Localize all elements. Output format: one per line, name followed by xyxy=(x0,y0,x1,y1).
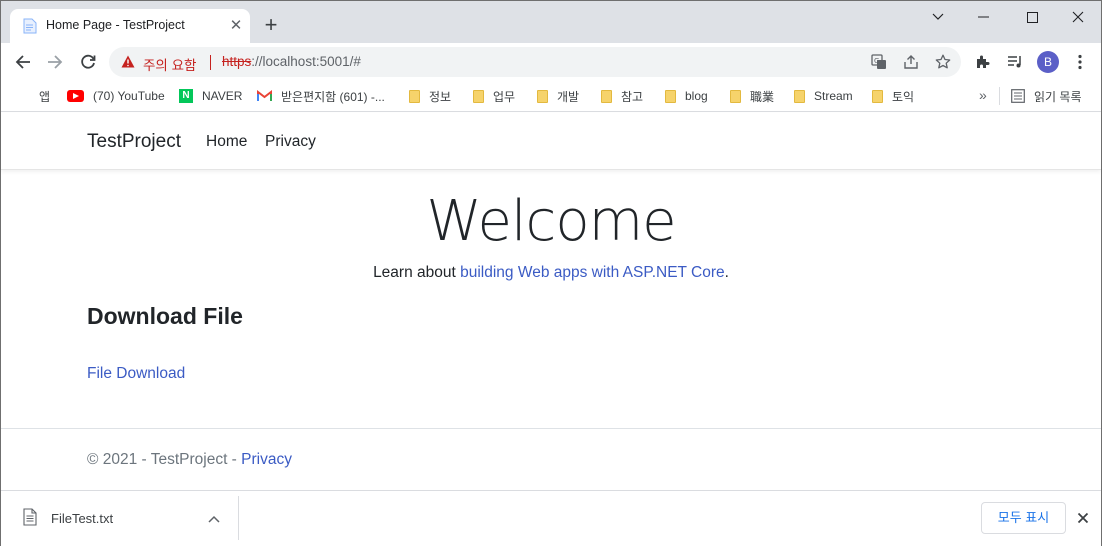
bookmark-gmail[interactable]: 받은편지함 (601) -... xyxy=(257,85,385,107)
bookmark-apps[interactable]: 앱 xyxy=(16,85,50,107)
url-scheme: https xyxy=(222,54,252,69)
folder-icon xyxy=(473,89,484,103)
window-close-button[interactable] xyxy=(1055,5,1101,29)
forward-button[interactable] xyxy=(42,49,68,75)
folder-icon xyxy=(872,89,883,103)
share-icon[interactable] xyxy=(902,53,920,71)
bookmark-label: 정보 xyxy=(429,89,452,104)
bookmarks-bar: 앱 (70) YouTube N NAVER 받은편지함 (601) -... … xyxy=(1,81,1101,112)
bookmark-label: NAVER xyxy=(202,89,243,103)
folder-icon xyxy=(665,89,676,103)
browser-tab-active[interactable]: Home Page - TestProject ✕ xyxy=(10,9,250,43)
bookmark-folder-toeic[interactable]: 토익 xyxy=(872,85,914,107)
page-title: Welcome xyxy=(426,189,676,254)
reload-icon xyxy=(81,54,96,69)
svg-text:G: G xyxy=(874,57,879,65)
bookmark-label: 받은편지함 (601) -... xyxy=(281,89,385,104)
bookmark-label: 참고 xyxy=(621,89,644,104)
apps-icon xyxy=(16,89,30,103)
new-tab-button[interactable]: + xyxy=(260,14,282,36)
folder-icon xyxy=(409,89,420,103)
site-brand-link[interactable]: TestProject xyxy=(87,131,181,153)
site-footer: © 2021 - TestProject - Privacy xyxy=(1,428,1101,490)
window-minimize-button[interactable] xyxy=(961,5,1007,29)
folder-icon xyxy=(537,89,548,103)
naver-icon: N xyxy=(179,89,193,103)
aspnet-docs-link[interactable]: building Web apps with ASP.NET Core xyxy=(460,264,725,281)
close-icon[interactable] xyxy=(1074,509,1092,527)
browser-titlebar: Home Page - TestProject ✕ + xyxy=(1,1,1101,43)
reading-list-icon xyxy=(1011,89,1025,103)
nav-link-home[interactable]: Home xyxy=(206,133,247,151)
folder-icon xyxy=(730,89,741,103)
url-text[interactable]: https://localhost:5001/# xyxy=(222,54,361,69)
tab-title: Home Page - TestProject xyxy=(46,18,185,32)
media-control-icon[interactable] xyxy=(1005,52,1025,72)
gmail-icon xyxy=(257,90,272,101)
address-separator xyxy=(210,55,211,70)
page-document-icon xyxy=(23,18,37,34)
download-shelf: FileTest.txt 모두 표시 xyxy=(1,490,1101,546)
url-host-path: ://localhost:5001/# xyxy=(251,54,361,69)
bookmark-folder-dev[interactable]: 개발 xyxy=(537,85,579,107)
extensions-puzzle-icon[interactable] xyxy=(973,52,993,72)
profile-avatar[interactable]: B xyxy=(1037,51,1059,73)
arrow-left-icon xyxy=(15,55,30,69)
folder-icon xyxy=(601,89,612,103)
site-navbar: TestProject Home Privacy xyxy=(1,113,1101,170)
download-heading: Download File xyxy=(87,303,243,329)
reload-button[interactable] xyxy=(75,49,101,75)
show-all-downloads-button[interactable]: 모두 표시 xyxy=(981,502,1066,534)
bookmark-folder-info[interactable]: 정보 xyxy=(409,85,451,107)
bookmark-folder-blog[interactable]: blog xyxy=(665,85,708,107)
bookmark-folder-ref[interactable]: 참고 xyxy=(601,85,643,107)
reading-list-label: 읽기 목록 xyxy=(1034,89,1082,104)
bookmark-label: blog xyxy=(685,89,708,103)
nav-link-privacy[interactable]: Privacy xyxy=(265,133,316,151)
folder-icon xyxy=(794,89,805,103)
back-button[interactable] xyxy=(10,49,36,75)
bookmark-label: 職業 xyxy=(750,89,775,104)
footer-text: © 2021 - TestProject - Privacy xyxy=(87,451,292,469)
text-file-icon xyxy=(23,508,37,526)
bookmark-label: (70) YouTube xyxy=(93,89,165,103)
bookmark-label: 토익 xyxy=(892,89,915,104)
browser-toolbar: 주의 요함 https://localhost:5001/# G B xyxy=(1,43,1101,81)
bookmark-label: 앱 xyxy=(39,89,51,104)
bookmark-label: 개발 xyxy=(557,89,580,104)
chevron-up-icon[interactable] xyxy=(206,511,222,527)
bookmark-folder-stream[interactable]: Stream xyxy=(794,85,853,107)
window-maximize-button[interactable] xyxy=(1009,5,1055,29)
tab-search-chevron-down-icon[interactable] xyxy=(915,5,961,29)
bookmark-folder-work[interactable]: 업무 xyxy=(473,85,515,107)
footer-copyright: © 2021 - TestProject - xyxy=(87,451,242,468)
file-download-link[interactable]: File Download xyxy=(87,365,185,383)
bookmark-naver[interactable]: N NAVER xyxy=(179,85,242,107)
bookmark-label: Stream xyxy=(814,89,853,103)
download-item-name[interactable]: FileTest.txt xyxy=(51,511,113,526)
bookmarks-overflow-button[interactable]: » xyxy=(979,87,987,103)
bookmark-star-icon[interactable] xyxy=(934,53,952,71)
learn-prefix: Learn about xyxy=(373,264,461,281)
bookmark-youtube[interactable]: (70) YouTube xyxy=(67,85,165,107)
learn-suffix: . xyxy=(724,264,729,281)
tab-close-icon[interactable]: ✕ xyxy=(227,17,245,35)
not-secure-label[interactable]: 주의 요함 xyxy=(143,54,196,74)
shelf-divider xyxy=(238,496,239,540)
arrow-right-icon xyxy=(48,55,63,69)
bookmarks-divider xyxy=(999,87,1000,105)
address-bar[interactable]: 주의 요함 https://localhost:5001/# G xyxy=(109,47,961,77)
bookmark-folder-job[interactable]: 職業 xyxy=(730,85,774,107)
learn-about-text: Learn about building Web apps with ASP.N… xyxy=(1,264,1101,282)
youtube-icon xyxy=(67,90,84,102)
more-vertical-icon[interactable] xyxy=(1070,52,1090,72)
warning-triangle-icon[interactable] xyxy=(121,55,135,68)
reading-list-button[interactable]: 읽기 목록 xyxy=(1011,85,1082,107)
footer-privacy-link[interactable]: Privacy xyxy=(241,451,292,468)
bookmark-label: 업무 xyxy=(493,89,516,104)
translate-icon[interactable]: G xyxy=(870,53,888,71)
